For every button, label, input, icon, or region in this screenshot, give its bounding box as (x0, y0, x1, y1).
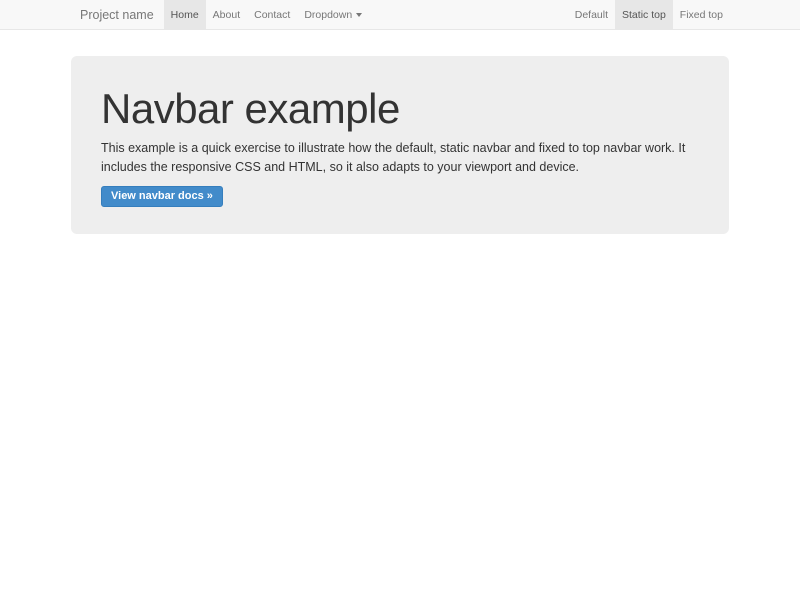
caret-down-icon (356, 13, 362, 17)
jumbotron-description: This example is a quick exercise to illu… (101, 139, 699, 177)
dropdown-label: Dropdown (304, 9, 352, 21)
description-line-2: includes the responsive CSS and HTML, so… (101, 158, 699, 177)
top-navbar: Project name Home About Contact Dropdown… (0, 0, 800, 30)
nav-item-static-top[interactable]: Static top (615, 0, 673, 29)
jumbotron: Navbar example This example is a quick e… (71, 56, 729, 234)
page-title: Navbar example (101, 87, 699, 131)
navbar-brand[interactable]: Project name (70, 0, 164, 29)
navbar-left-nav: Home About Contact Dropdown (164, 0, 370, 29)
navbar-right-nav: Default Static top Fixed top (568, 0, 730, 29)
description-line-1: This example is a quick exercise to illu… (101, 139, 699, 158)
nav-item-fixed-top[interactable]: Fixed top (673, 0, 730, 29)
nav-item-about[interactable]: About (206, 0, 247, 29)
navbar-container: Project name Home About Contact Dropdown… (70, 0, 730, 29)
nav-item-home[interactable]: Home (164, 0, 206, 29)
view-navbar-docs-button[interactable]: View navbar docs » (101, 186, 223, 207)
main-content: Navbar example This example is a quick e… (0, 56, 800, 234)
nav-item-contact[interactable]: Contact (247, 0, 297, 29)
nav-item-default[interactable]: Default (568, 0, 615, 29)
nav-item-dropdown[interactable]: Dropdown (297, 0, 369, 29)
